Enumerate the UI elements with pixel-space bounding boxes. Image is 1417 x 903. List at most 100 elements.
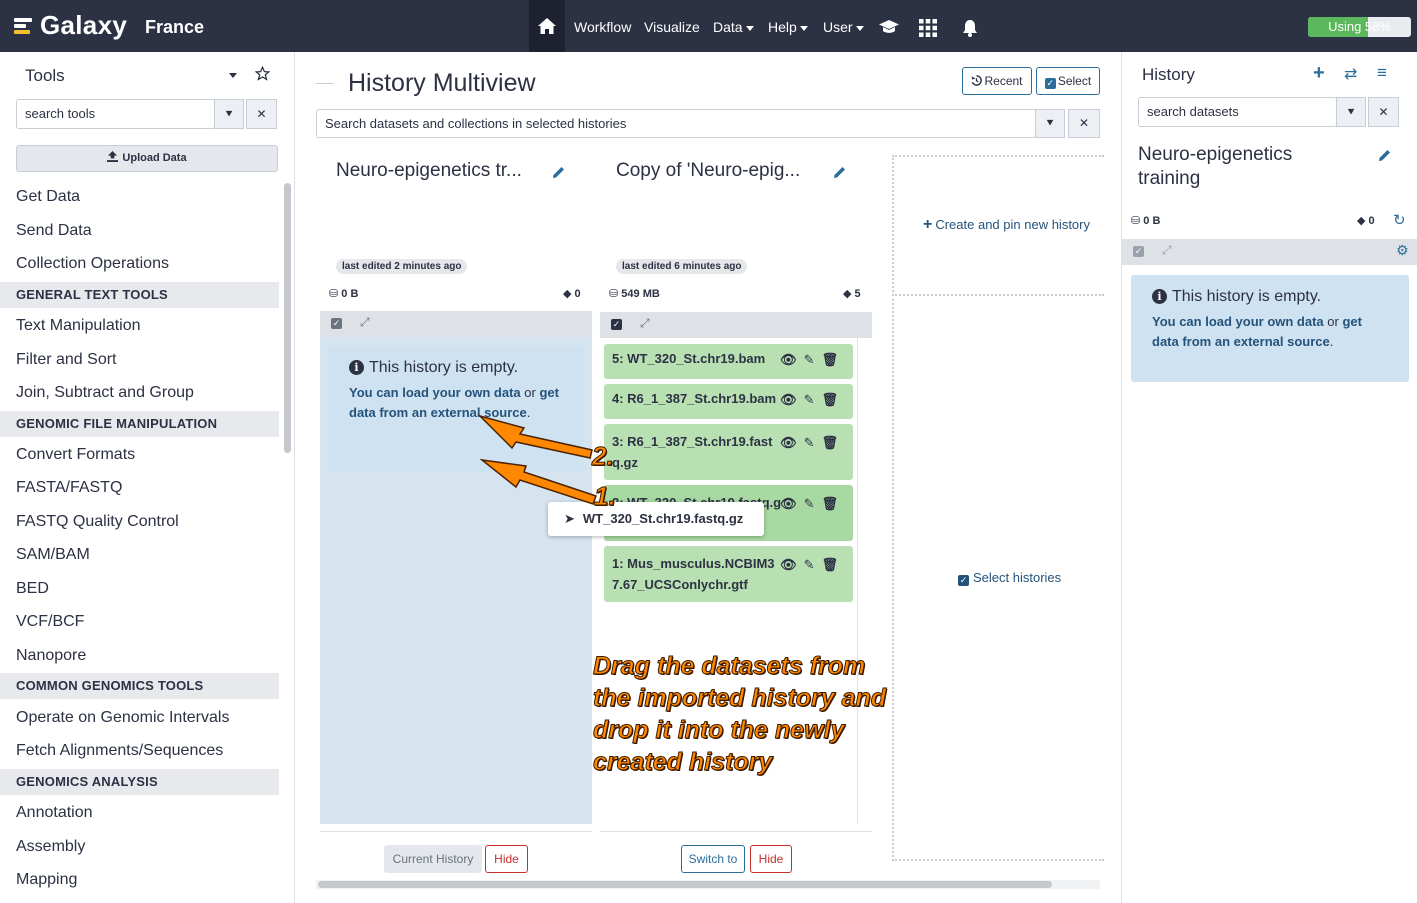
galaxy-brand[interactable]: Galaxy bbox=[14, 10, 127, 41]
quota-meter[interactable]: Using 58% bbox=[1308, 17, 1411, 37]
tool-section-annotation[interactable]: Annotation bbox=[16, 804, 93, 822]
collapse-icon[interactable]: ⤢ bbox=[640, 316, 650, 331]
dataset-advanced-search-toggle[interactable]: ⯆ bbox=[1336, 97, 1366, 127]
pencil-icon[interactable]: ✎ bbox=[804, 557, 822, 572]
tool-section-join-subtract-group[interactable]: Join, Subtract and Group bbox=[16, 384, 194, 402]
history1-empty-title: i This history is empty. bbox=[349, 359, 518, 377]
select-histories-link[interactable]: ✓ Select histories bbox=[958, 570, 1061, 586]
bell-icon[interactable] bbox=[962, 19, 978, 37]
caret-down-icon[interactable] bbox=[229, 73, 237, 78]
pencil-icon[interactable]: ✎ bbox=[804, 392, 822, 407]
pencil-icon[interactable] bbox=[833, 165, 847, 179]
tool-search-input[interactable]: search tools bbox=[16, 99, 215, 129]
multiview-clear-search-button[interactable]: ✕ bbox=[1068, 109, 1100, 138]
multiview-search-input[interactable]: Search datasets and collections in selec… bbox=[316, 109, 1036, 138]
annotation-instructions: Drag the datasets from the imported hist… bbox=[592, 650, 886, 778]
tool-section-text-manipulation[interactable]: Text Manipulation bbox=[16, 317, 141, 335]
tool-section-vcf-bcf[interactable]: VCF/BCF bbox=[16, 613, 84, 631]
trash-icon[interactable]: 🗑 bbox=[821, 557, 845, 572]
tool-section-filter-and-sort[interactable]: Filter and Sort bbox=[16, 351, 116, 369]
trash-icon[interactable]: 🗑 bbox=[821, 392, 845, 407]
caret-down-icon bbox=[745, 25, 754, 31]
trash-icon[interactable]: 🗑 bbox=[821, 496, 845, 511]
tool-section-fasta-fastq[interactable]: FASTA/FASTQ bbox=[16, 479, 122, 497]
history1-hide-button[interactable]: Hide bbox=[485, 845, 528, 873]
current-history-name-line1: Neuro-epigenetics bbox=[1138, 144, 1293, 165]
select-all-checkbox-icon[interactable]: ✓ bbox=[1133, 246, 1144, 257]
pencil-icon[interactable]: ✎ bbox=[804, 496, 822, 511]
menu-help[interactable]: Help bbox=[768, 19, 808, 35]
tool-section-get-data[interactable]: Get Data bbox=[16, 188, 80, 206]
dataset-actions[interactable]: 👁✎🗑 bbox=[780, 432, 845, 453]
tool-section-mapping[interactable]: Mapping bbox=[16, 871, 77, 889]
dataset-actions[interactable]: 👁✎🗑 bbox=[780, 392, 845, 408]
galaxy-logo-icon bbox=[14, 17, 32, 35]
select-histories-button[interactable]: ✓ Select bbox=[1036, 67, 1100, 95]
eye-icon[interactable]: 👁 bbox=[780, 557, 804, 572]
tool-section-collection-operations[interactable]: Collection Operations bbox=[16, 255, 169, 273]
menu-user[interactable]: User bbox=[823, 19, 864, 35]
dataset-actions[interactable]: 👁✎🗑 bbox=[780, 493, 845, 514]
history1-toolbar: ✓ ⤢ bbox=[320, 311, 592, 337]
dataset-search-input[interactable]: search datasets bbox=[1138, 97, 1337, 127]
history2-name: Copy of 'Neuro-epig... bbox=[616, 160, 801, 181]
upload-data-button[interactable]: Upload Data bbox=[16, 145, 278, 172]
gear-icon[interactable]: ⚙ bbox=[1396, 242, 1409, 259]
pencil-icon[interactable] bbox=[552, 165, 566, 179]
menu-visualize[interactable]: Visualize bbox=[644, 19, 700, 35]
eye-icon[interactable]: 👁 bbox=[780, 435, 804, 450]
tool-section-send-data[interactable]: Send Data bbox=[16, 222, 92, 240]
clear-search-button[interactable]: ✕ bbox=[246, 99, 277, 129]
dataset-item[interactable]: 4: R6_1_387_St.chr19.bam 👁✎🗑 bbox=[604, 384, 853, 419]
tool-section-sam-bam[interactable]: SAM/BAM bbox=[16, 546, 90, 564]
plus-icon[interactable]: + bbox=[1313, 62, 1325, 85]
select-all-checkbox-icon[interactable]: ✓ bbox=[611, 319, 622, 330]
history2-hide-button[interactable]: Hide bbox=[750, 845, 792, 873]
load-own-data-link[interactable]: You can load your own data bbox=[1152, 314, 1324, 329]
switch-history-icon[interactable]: ⇄ bbox=[1344, 64, 1357, 84]
home-button[interactable] bbox=[529, 0, 565, 52]
multiview-advanced-search-toggle[interactable]: ⯆ bbox=[1035, 109, 1065, 138]
dataset-clear-search-button[interactable]: ✕ bbox=[1368, 97, 1399, 127]
menu-workflow[interactable]: Workflow bbox=[574, 19, 631, 35]
apps-grid-icon[interactable] bbox=[919, 19, 937, 37]
dataset-actions[interactable]: 👁✎🗑 bbox=[780, 352, 845, 368]
tool-section-bed[interactable]: BED bbox=[16, 580, 49, 598]
switch-to-button[interactable]: Switch to bbox=[681, 845, 745, 873]
current-history-count: ◆ 0 bbox=[1357, 214, 1375, 227]
tool-section-nanopore[interactable]: Nanopore bbox=[16, 647, 86, 665]
tool-panel-scrollbar[interactable] bbox=[284, 183, 291, 453]
dataset-item[interactable]: 3: R6_1_387_St.chr19.fastq.gz 👁✎🗑 bbox=[604, 424, 853, 480]
dataset-item[interactable]: 1: Mus_musculus.NCBIM37.67_UCSConlychr.g… bbox=[604, 546, 853, 602]
options-menu-icon[interactable]: ≡ bbox=[1377, 63, 1387, 83]
menu-data[interactable]: Data bbox=[713, 19, 754, 35]
dataset-item[interactable]: 5: WT_320_St.chr19.bam 👁✎🗑 bbox=[604, 344, 853, 379]
pencil-icon[interactable] bbox=[1378, 148, 1392, 162]
map-marker-icon: ◆ bbox=[1357, 215, 1366, 227]
tool-section-assembly[interactable]: Assembly bbox=[16, 838, 85, 856]
eye-icon[interactable]: 👁 bbox=[780, 392, 804, 407]
load-own-data-link[interactable]: You can load your own data bbox=[349, 385, 521, 400]
refresh-icon[interactable]: ↻ bbox=[1393, 211, 1406, 229]
trash-icon[interactable]: 🗑 bbox=[821, 352, 845, 367]
select-all-checkbox-icon[interactable]: ✓ bbox=[331, 318, 342, 329]
advanced-search-toggle[interactable]: ⯆ bbox=[214, 99, 244, 129]
eye-icon[interactable]: 👁 bbox=[780, 496, 804, 511]
eye-icon[interactable]: 👁 bbox=[780, 352, 804, 367]
collapse-icon[interactable]: ⤢ bbox=[360, 315, 370, 330]
recent-button[interactable]: Recent bbox=[962, 67, 1032, 95]
multiview-hscroll-thumb[interactable] bbox=[318, 881, 1052, 888]
tool-section-fetch-alignments[interactable]: Fetch Alignments/Sequences bbox=[16, 742, 223, 760]
current-history-name[interactable]: Neuro-epigenetics training bbox=[1138, 143, 1292, 191]
create-new-history-link[interactable]: + Create and pin new history bbox=[923, 216, 1090, 234]
star-icon[interactable] bbox=[255, 66, 270, 81]
pencil-icon[interactable]: ✎ bbox=[804, 435, 822, 450]
dataset-actions[interactable]: 👁✎🗑 bbox=[780, 554, 845, 575]
tool-section-fastq-quality-control[interactable]: FASTQ Quality Control bbox=[16, 513, 179, 531]
graduation-cap-icon[interactable] bbox=[878, 19, 900, 35]
collapse-icon[interactable]: ⤢ bbox=[1162, 243, 1172, 258]
trash-icon[interactable]: 🗑 bbox=[821, 435, 845, 450]
pencil-icon[interactable]: ✎ bbox=[804, 352, 822, 367]
tool-section-operate-on-genomic-intervals[interactable]: Operate on Genomic Intervals bbox=[16, 709, 229, 727]
tool-section-convert-formats[interactable]: Convert Formats bbox=[16, 446, 135, 464]
